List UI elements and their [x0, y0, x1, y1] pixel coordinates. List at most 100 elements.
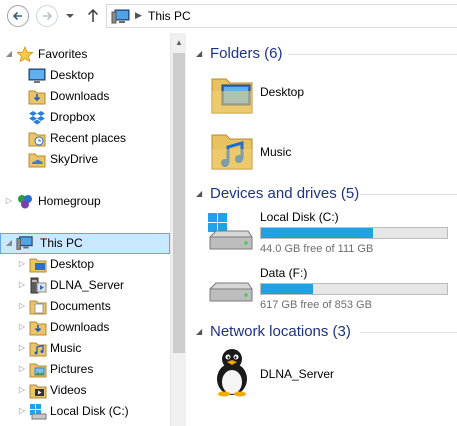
group-folders[interactable]: ◢ Folders (6) — [188, 43, 457, 65]
nav-fav-downloads[interactable]: Downloads — [0, 86, 170, 107]
path-separator-icon[interactable]: ▶ — [135, 10, 142, 21]
recent-locations-button[interactable] — [64, 9, 76, 23]
drive-usage-bar — [260, 227, 448, 239]
collapsed-arrow-icon[interactable]: ▷ — [17, 300, 27, 312]
nav-pc-dlna-server[interactable]: ▷ DLNA_Server — [0, 275, 170, 296]
homegroup-icon — [18, 195, 32, 209]
nav-scrollbar[interactable]: ▲ — [170, 33, 186, 426]
nav-fav-skydrive[interactable]: SkyDrive — [0, 149, 170, 170]
collapsed-arrow-icon[interactable]: ▷ — [17, 279, 27, 291]
nav-label: Downloads — [50, 320, 110, 334]
group-divider — [360, 332, 457, 333]
nav-pc-desktop[interactable]: ▷ Desktop — [0, 254, 170, 275]
nav-label: Downloads — [50, 89, 110, 103]
computer-icon — [111, 9, 130, 24]
expanded-arrow-icon[interactable]: ◢ — [4, 48, 14, 60]
nav-pc-videos[interactable]: ▷ Videos — [0, 380, 170, 401]
nav-pc-documents[interactable]: ▷ Documents — [0, 296, 170, 317]
group-divider — [288, 54, 457, 55]
drive-usage-fill — [261, 228, 373, 238]
star-icon — [16, 46, 34, 63]
address-path-box[interactable]: ▶ This PC — [106, 4, 457, 28]
drive-free-space: 44.0 GB free of 111 GB — [260, 243, 374, 255]
nav-label: Desktop — [50, 68, 95, 82]
expanded-arrow-icon[interactable]: ◢ — [4, 237, 14, 249]
drive-label: Local Disk (C:) — [260, 210, 339, 224]
collapsed-arrow-icon[interactable]: ▷ — [17, 405, 27, 417]
drive-usage-bar — [260, 283, 448, 295]
up-arrow-icon — [87, 8, 99, 22]
music-folder-icon — [29, 342, 47, 357]
downloads-folder-icon — [29, 321, 47, 336]
nav-pc-local-disk-c[interactable]: ▷ Local Disk (C:) — [0, 401, 170, 422]
drive-item-data-f[interactable]: Data (F:) 617 GB free of 853 GB — [206, 263, 457, 311]
forward-arrow-icon — [43, 11, 53, 21]
drive-usage-fill — [261, 284, 314, 294]
nav-label: DLNA_Server — [50, 278, 125, 292]
nav-pc-music[interactable]: ▷ Music — [0, 338, 170, 359]
nav-fav-dropbox[interactable]: Dropbox — [0, 107, 170, 128]
nav-label: SkyDrive — [50, 152, 99, 166]
nav-label: Documents — [50, 299, 111, 313]
group-divider — [360, 194, 457, 195]
group-title: Folders (6) — [210, 45, 283, 62]
nav-this-pc[interactable]: ◢ This PC — [0, 233, 170, 254]
nav-label: Music — [50, 341, 82, 355]
item-label: Desktop — [260, 85, 305, 99]
nav-fav-desktop[interactable]: Desktop — [0, 65, 170, 86]
group-title: Devices and drives (5) — [210, 185, 360, 202]
collapsed-arrow-icon[interactable]: ▷ — [17, 321, 27, 333]
collapsed-arrow-icon[interactable]: ▷ — [17, 384, 27, 396]
nav-label: Dropbox — [50, 110, 96, 124]
music-folder-icon — [211, 134, 253, 170]
collapsed-arrow-icon[interactable]: ▷ — [17, 258, 27, 270]
nav-pc-downloads[interactable]: ▷ Downloads — [0, 317, 170, 338]
drive-label: Data (F:) — [260, 266, 308, 280]
nav-label: Desktop — [50, 257, 95, 271]
nav-fav-recent-places[interactable]: Recent places — [0, 128, 170, 149]
collapsed-arrow-icon[interactable]: ▷ — [17, 342, 27, 354]
group-title: Network locations (3) — [210, 323, 351, 340]
scroll-up-arrow-icon[interactable]: ▲ — [171, 37, 187, 49]
nav-label: Favorites — [38, 47, 88, 61]
scroll-thumb[interactable] — [173, 53, 185, 353]
forward-button[interactable] — [36, 5, 58, 27]
network-item-dlna-server[interactable]: DLNA_Server — [206, 347, 446, 399]
nav-label: Pictures — [50, 362, 94, 376]
group-collapse-arrow-icon[interactable]: ◢ — [196, 327, 202, 336]
skydrive-folder-icon — [28, 153, 46, 168]
nav-homegroup[interactable]: ▷ Homegroup — [0, 191, 170, 212]
back-button[interactable] — [7, 5, 29, 27]
media-server-icon — [30, 277, 47, 294]
nav-label: This PC — [40, 236, 83, 250]
desktop-folder-icon — [211, 78, 253, 114]
penguin-server-icon — [217, 349, 247, 397]
group-collapse-arrow-icon[interactable]: ◢ — [196, 49, 202, 58]
up-button[interactable] — [84, 7, 102, 25]
drive-icon — [209, 282, 253, 302]
nav-favorites[interactable]: ◢ Favorites — [0, 44, 170, 65]
nav-label: Videos — [50, 383, 87, 397]
chevron-down-icon — [66, 14, 74, 18]
nav-label: Recent places — [50, 131, 127, 145]
content-pane: ◢ Folders (6) Desktop Music ◢ Devices an… — [188, 33, 457, 426]
windows-drive-icon — [208, 213, 253, 250]
collapsed-arrow-icon[interactable]: ▷ — [4, 195, 14, 207]
pictures-folder-icon — [29, 363, 47, 378]
recent-places-icon — [28, 132, 46, 147]
path-segment-this-pc[interactable]: This PC — [148, 9, 191, 23]
group-network-locations[interactable]: ◢ Network locations (3) — [188, 321, 457, 343]
back-arrow-icon — [12, 11, 22, 21]
drive-free-space: 617 GB free of 853 GB — [260, 299, 372, 311]
folder-item-desktop[interactable]: Desktop — [206, 69, 446, 117]
drive-item-local-disk-c[interactable]: Local Disk (C:) 44.0 GB free of 111 GB — [206, 209, 457, 257]
dropbox-icon — [29, 111, 45, 125]
desktop-icon — [28, 68, 46, 83]
item-label: Music — [260, 145, 292, 159]
group-devices-and-drives[interactable]: ◢ Devices and drives (5) — [188, 183, 457, 205]
downloads-folder-icon — [28, 90, 46, 105]
folder-item-music[interactable]: Music — [206, 125, 446, 173]
collapsed-arrow-icon[interactable]: ▷ — [17, 363, 27, 375]
group-collapse-arrow-icon[interactable]: ◢ — [196, 189, 202, 198]
nav-pc-pictures[interactable]: ▷ Pictures — [0, 359, 170, 380]
